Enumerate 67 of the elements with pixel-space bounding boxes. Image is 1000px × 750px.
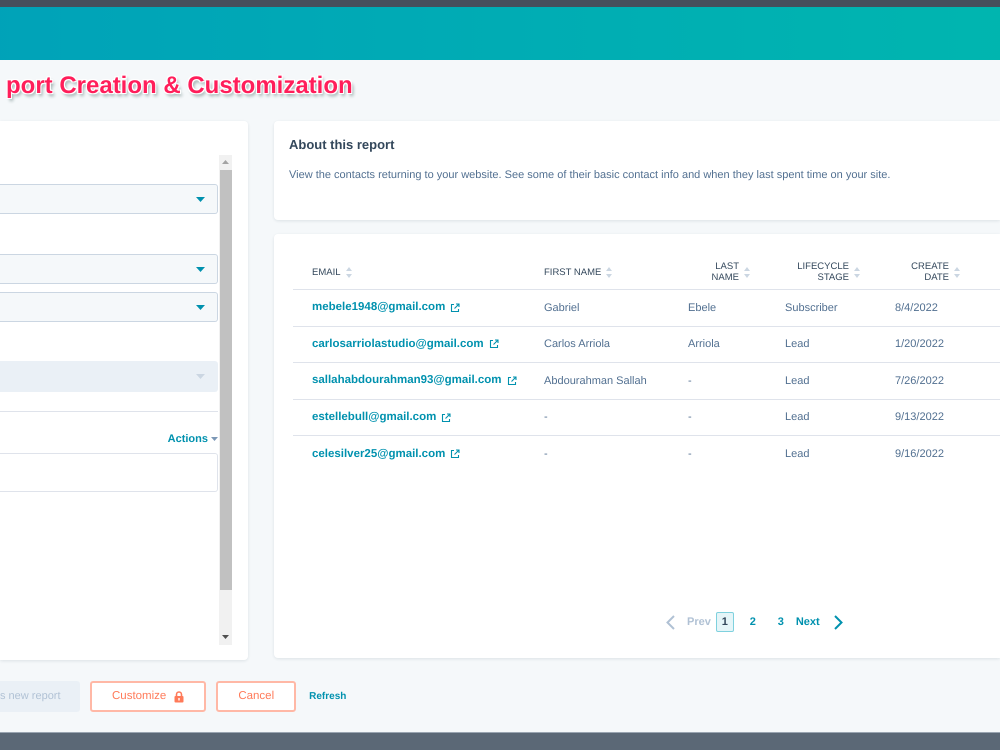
sort-icon[interactable] [346,266,352,278]
external-link-icon[interactable] [488,339,499,350]
sort-icon[interactable] [954,266,960,278]
email-link[interactable]: celesilver25@gmail.com [312,446,446,463]
column-header[interactable]: LAST NAME [712,261,739,283]
table-cell-text: Subscriber [785,300,838,316]
caret-icon [196,196,205,202]
scroll-down-arrow-icon[interactable] [222,635,229,639]
page-button[interactable]: 3 [772,612,790,632]
table-cell-text: 9/16/2022 [895,446,944,462]
caret-icon [211,437,218,441]
lock-icon [174,690,184,702]
text-area[interactable] [0,453,218,492]
table-cell-text: - [544,410,548,426]
table-cell-text: - [688,446,692,462]
table-cell-text: - [688,410,692,426]
refresh-link[interactable]: Refresh [309,689,346,704]
column-header[interactable]: FIRST NAME [544,266,602,278]
table-cell-text: Lead [785,337,810,352]
chevron-right-icon [834,614,843,630]
scrollbar-thumb[interactable] [220,170,232,590]
chevron-left-icon [666,614,675,630]
column-header[interactable]: LIFECYCLE STAGE [797,261,849,283]
table-cell-text: Abdourahman Sallah [544,374,647,389]
table-cell-text: Gabriel [544,300,580,316]
sort-icon[interactable] [744,266,750,278]
table-cell-text: 9/13/2022 [895,410,944,426]
caret-icon [196,374,205,379]
external-link-icon[interactable] [506,376,517,386]
about-description: View the contacts returning to your website. See some of their basic contact info and when they last spent time on your site. [289,168,892,182]
dropdown-field[interactable] [0,254,218,284]
table-cell-text: Lead [785,410,810,426]
table-cell-text: Lead [785,374,810,389]
actions-dropdown[interactable]: Actions [168,432,218,446]
table-cell-text: Carlos Arriola [544,337,610,352]
table-cell-text: - [544,446,548,462]
page-button[interactable]: 2 [744,612,762,632]
sort-icon[interactable] [854,266,860,278]
caret-icon [196,304,205,310]
caret-icon [196,266,205,272]
table-cell-text: 7/26/2022 [895,374,944,389]
dropdown-field[interactable] [0,292,218,322]
external-link-icon[interactable] [450,302,460,313]
scrollbar[interactable] [219,155,232,645]
customize-button[interactable]: Customize [90,681,206,712]
page-button[interactable]: 1 [716,612,734,632]
column-header[interactable]: CREATE DATE [911,261,949,283]
about-title: About this report [289,137,396,153]
email-link[interactable]: carlosarriolastudio@gmail.com [312,336,484,354]
cancel-button[interactable]: Cancel [216,681,296,712]
external-link-icon[interactable] [441,412,452,423]
sort-icon[interactable] [606,266,612,278]
table-cell-text: Arriola [688,337,720,352]
table-cell-text: Lead [785,446,810,462]
column-header[interactable]: EMAIL [312,266,341,278]
email-link[interactable]: mebele1948@gmail.com [312,299,446,316]
email-link[interactable]: estellebull@gmail.com [312,408,436,426]
table-cell-text: - [688,374,692,389]
dropdown-field[interactable] [0,184,218,214]
table-cell-text: 8/4/2022 [895,300,938,316]
scroll-up-arrow-icon[interactable] [222,160,229,164]
page-title: port Creation & Customization [6,71,354,101]
email-link[interactable]: sallahabdourahman93@gmail.com [312,372,502,390]
external-link-icon[interactable] [450,449,460,460]
table-cell-text: Ebele [688,300,716,316]
next-button[interactable]: Next [796,614,843,630]
table-cell-text: 1/20/2022 [895,337,944,352]
